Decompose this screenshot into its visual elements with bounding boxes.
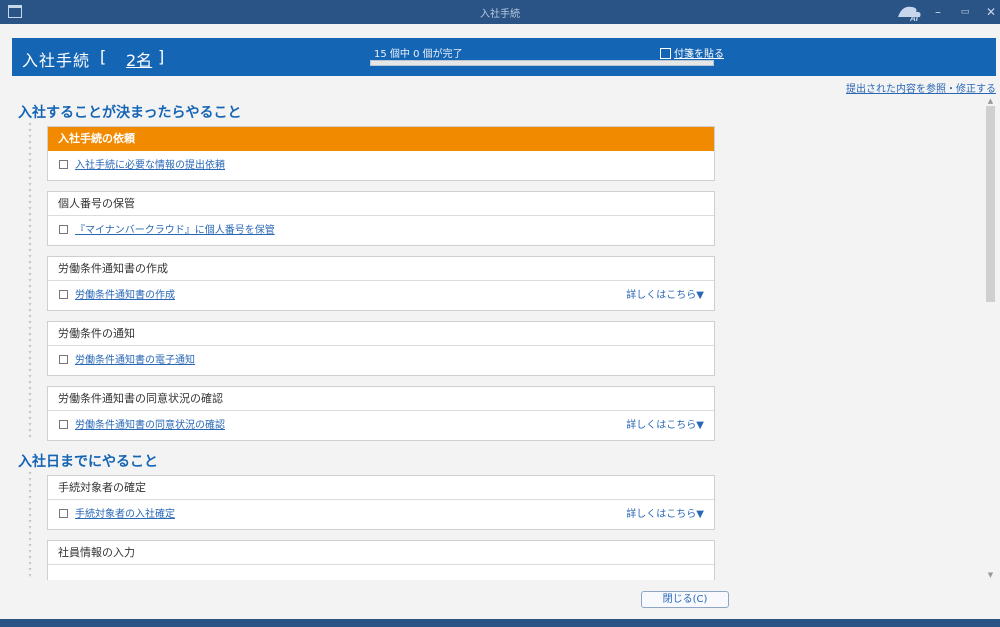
- task-checkbox[interactable]: [59, 355, 68, 364]
- employee-count-link[interactable]: 2名: [126, 47, 152, 71]
- page-title: 入社手続: [22, 51, 91, 70]
- task-link[interactable]: 労働条件通知書の同意状況の確認: [75, 420, 225, 431]
- sticky-note-label: 付箋を貼る: [674, 49, 724, 60]
- task-link[interactable]: 労働条件通知書の電子通知: [75, 355, 195, 366]
- close-button[interactable]: 閉じる(C): [641, 591, 729, 608]
- bracket-open: [: [100, 47, 107, 66]
- ai-assistant-icon[interactable]: AI: [896, 3, 924, 22]
- task-card-heading: 手続対象者の確定: [48, 476, 714, 500]
- procedure-header: 入社手続 [ 2名 ] 15 個中 0 個が完了 付箋を貼る: [12, 38, 996, 76]
- task-card-heading: 労働条件通知書の同意状況の確認: [48, 387, 714, 411]
- scroll-up-icon[interactable]: ▲: [985, 96, 996, 106]
- task-card: 労働条件の通知労働条件通知書の電子通知: [47, 321, 715, 376]
- task-card: 労働条件通知書の同意状況の確認 労働条件通知書の同意状況の確認 詳しくはこちら▼: [47, 386, 715, 441]
- scroll-down-icon[interactable]: ▼: [985, 570, 996, 580]
- task-card: 入社手続の依頼入社手続に必要な情報の提出依頼: [47, 126, 715, 181]
- sticky-note-link[interactable]: 付箋を貼る: [660, 45, 724, 60]
- task-row: 入社手続に必要な情報の提出依頼: [48, 151, 714, 180]
- task-card-heading: 入社手続の依頼: [48, 127, 714, 151]
- task-card: 社員情報の入力: [47, 540, 715, 580]
- task-row: 『マイナンバークラウド』に個人番号を保管: [48, 216, 714, 245]
- task-card-heading: 労働条件の通知: [48, 322, 714, 346]
- task-link[interactable]: 入社手続に必要な情報の提出依頼: [75, 160, 225, 171]
- section-title: 入社することが決まったらやること: [18, 105, 242, 121]
- task-card: 手続対象者の確定手続対象者の入社確定 詳しくはこちら▼: [47, 475, 715, 530]
- task-card-heading: 社員情報の入力: [48, 541, 714, 565]
- task-list-scroll-area[interactable]: 入社することが決まったらやること入社手続の依頼入社手続に必要な情報の提出依頼個人…: [12, 96, 996, 580]
- task-checkbox[interactable]: [59, 160, 68, 169]
- section-title: 入社日までにやること: [18, 454, 158, 470]
- details-toggle[interactable]: 詳しくはこちら▼: [626, 281, 704, 310]
- task-link[interactable]: 手続対象者の入社確定: [75, 509, 175, 520]
- task-link[interactable]: 『マイナンバークラウド』に個人番号を保管: [75, 225, 275, 236]
- timeline-connector: ▾▾▾▾▾▾▾▾▾▾▾▾▾▾▾▾▾▾▾▾▾: [28, 471, 32, 580]
- task-row: 手続対象者の入社確定 詳しくはこちら▼: [48, 500, 714, 529]
- progress-text: 15 個中 0 個が完了: [374, 49, 463, 60]
- bracket-close: ]: [158, 47, 165, 66]
- task-row: 労働条件通知書の電子通知: [48, 346, 714, 375]
- task-checkbox[interactable]: [59, 420, 68, 429]
- task-card: 個人番号の保管『マイナンバークラウド』に個人番号を保管: [47, 191, 715, 246]
- task-link[interactable]: 労働条件通知書の作成: [75, 290, 175, 301]
- task-checkbox[interactable]: [59, 290, 68, 299]
- task-row: 労働条件通知書の同意状況の確認 詳しくはこちら▼: [48, 411, 714, 440]
- svg-text:AI: AI: [909, 14, 919, 22]
- window-title: 入社手続: [480, 9, 520, 20]
- vertical-scrollbar[interactable]: ▲ ▼: [985, 96, 996, 580]
- close-window-button[interactable]: ✕: [983, 4, 999, 20]
- task-card: 労働条件通知書の作成 労働条件通知書の作成 詳しくはこちら▼: [47, 256, 715, 311]
- restore-button[interactable]: ▭: [957, 4, 973, 20]
- scrollbar-thumb[interactable]: [986, 106, 995, 302]
- task-row: [48, 565, 714, 580]
- window-titlebar: 入社手続 AI – ▭ ✕: [0, 0, 1000, 24]
- details-toggle[interactable]: 詳しくはこちら▼: [626, 411, 704, 440]
- task-card-heading: 個人番号の保管: [48, 192, 714, 216]
- task-checkbox[interactable]: [59, 509, 68, 518]
- view-submitted-content-link[interactable]: 提出された内容を参照・修正する: [846, 80, 996, 95]
- window-bottom-band: [0, 619, 1000, 627]
- task-row: 労働条件通知書の作成 詳しくはこちら▼: [48, 281, 714, 310]
- progress-bar: [370, 60, 714, 66]
- details-toggle[interactable]: 詳しくはこちら▼: [626, 500, 704, 529]
- task-card-heading: 労働条件通知書の作成: [48, 257, 714, 281]
- timeline-connector: ▾ ▾ ▾ ▾ ▾ ▾ ▾ ▾ ▾ ▾ ▾ ▾ ▾ ▾ ▾ ▾ ▾ ▾ ▾ ▾ ▾ ▾ ▾ ▾ ▾ ▾ ▾ ▾ ▾ ▾ ▾ ▾ ▾ ▾ ▾ ▾ ▾ ▾ ▾ ▾…: [28, 122, 32, 440]
- sticky-note-icon: [660, 48, 671, 59]
- minimize-button[interactable]: –: [930, 4, 946, 20]
- task-checkbox[interactable]: [59, 225, 68, 234]
